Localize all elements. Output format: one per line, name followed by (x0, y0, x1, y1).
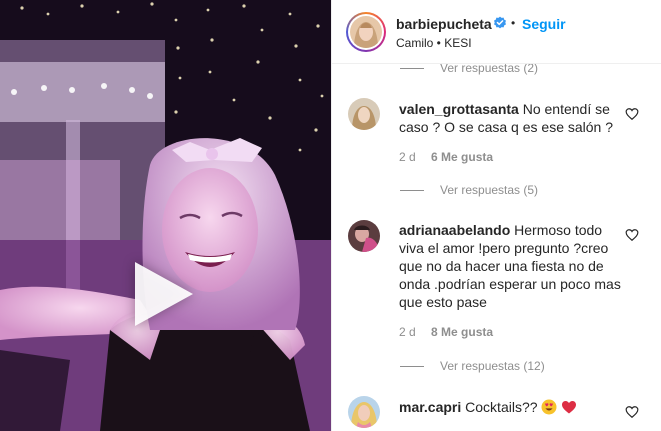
comment-username[interactable]: adrianaabelando (399, 222, 510, 238)
post-header: barbiepucheta • Seguir Camilo • KESI (332, 0, 661, 64)
comment-meta: 2 d 8 Me gusta (399, 325, 505, 339)
comment-meta: 2 d 6 Me gusta (399, 150, 505, 164)
commenter-avatar[interactable] (348, 396, 380, 428)
comment-username[interactable]: mar.capri (399, 399, 461, 415)
view-replies-label: Ver respuestas (2) (440, 64, 539, 75)
header-separator: • (511, 16, 516, 30)
like-heart-icon[interactable] (625, 405, 639, 419)
like-heart-icon[interactable] (625, 228, 639, 242)
comment-likes[interactable]: 8 Me gusta (431, 325, 493, 339)
comment-age[interactable]: 2 d (399, 325, 416, 339)
heart-eyes-emoji-icon (541, 399, 557, 415)
verified-badge-icon (494, 16, 506, 29)
comment-text: valen_grottasanta No entendí se caso ? O… (399, 100, 621, 136)
commenter-avatar[interactable] (348, 220, 380, 252)
comments-list: Ver respuestas (2) valen_grottasanta No … (332, 64, 661, 431)
view-replies-button[interactable]: Ver respuestas (12) (400, 358, 545, 374)
comment-text: mar.capri Cocktails?? (399, 398, 621, 416)
view-replies-button[interactable]: Ver respuestas (2) (400, 64, 538, 76)
view-replies-button[interactable]: Ver respuestas (5) (400, 182, 538, 198)
comment-likes[interactable]: 6 Me gusta (431, 150, 493, 164)
author-avatar-frame (348, 14, 384, 50)
comment-username[interactable]: valen_grottasanta (399, 101, 519, 117)
comment-age[interactable]: 2 d (399, 150, 416, 164)
red-heart-emoji-icon (562, 401, 577, 414)
video-player[interactable] (0, 0, 331, 431)
post-location[interactable]: Camilo • KESI (396, 36, 472, 50)
commenter-avatar[interactable] (348, 98, 380, 130)
like-heart-icon[interactable] (625, 107, 639, 121)
play-button[interactable] (135, 262, 193, 326)
replies-divider (400, 189, 424, 191)
replies-divider (400, 67, 424, 69)
author-username[interactable]: barbiepucheta (396, 16, 492, 32)
author-avatar[interactable] (346, 12, 386, 52)
author-avatar-photo (350, 16, 382, 48)
video-frame-image (0, 0, 331, 431)
comment-text: adrianaabelando Hermoso todo viva el amo… (399, 221, 621, 311)
view-replies-label: Ver respuestas (12) (440, 359, 545, 373)
view-replies-label: Ver respuestas (5) (440, 183, 539, 197)
replies-divider (400, 365, 424, 367)
comments-panel: barbiepucheta • Seguir Camilo • KESI Ver… (331, 0, 661, 431)
comment-body: Cocktails?? (465, 399, 538, 415)
follow-button[interactable]: Seguir (522, 16, 566, 32)
